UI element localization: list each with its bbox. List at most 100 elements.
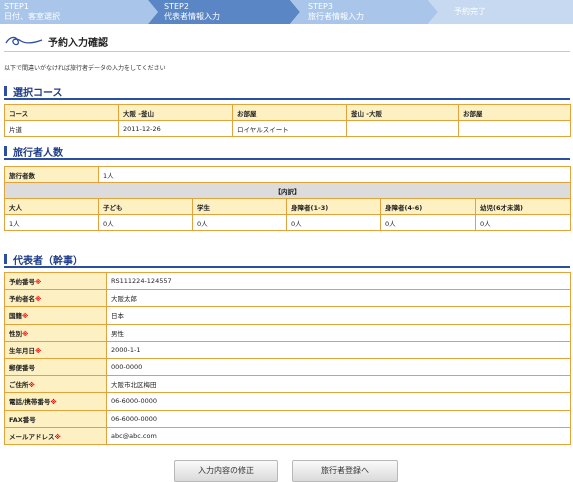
- representative-rows: 予約番号※ RS111224-124557 予約者名※ 大阪太郎 国籍※ 日本 性別※ 男性生…: [4, 271, 571, 445]
- representative-field-label: 性別※: [4, 323, 107, 342]
- intro-text: 以下で間違いがなければ旅行者データの入力をしてください: [4, 65, 166, 72]
- table-row: ご住所※ 大阪市北区梅田: [4, 375, 571, 394]
- heading-bar: [4, 254, 7, 264]
- table-row: 予約者名※ 大阪太郎: [4, 289, 571, 308]
- heading-bar: [4, 86, 7, 96]
- representative-field-value: 2000-1-1: [106, 340, 571, 359]
- representative-field-label: FAX番号: [4, 409, 107, 428]
- table-row: メールアドレス※ abc@abc.com: [4, 426, 571, 445]
- required-mark: ※: [22, 312, 29, 321]
- step-2: STEP2 代表者情報入力: [164, 0, 220, 24]
- field-label-text: メールアドレス: [9, 432, 55, 441]
- required-mark: ※: [28, 381, 35, 390]
- representative-field-value: 06-6000-0000: [106, 409, 571, 428]
- section-course-title: 選択コース: [13, 88, 63, 99]
- step-4-bg: [428, 0, 573, 24]
- section-travelers-title: 旅行者人数: [13, 148, 63, 159]
- step-1-number: STEP1: [4, 2, 29, 11]
- course-header-cell: 釜山 ‐大阪: [346, 104, 459, 121]
- breakdown-header: 【内訳】: [3, 182, 572, 199]
- traveler-type-header: 身障者(4-6): [380, 198, 476, 215]
- required-mark: ※: [54, 432, 61, 441]
- representative-field-value: 06-6000-0000: [106, 392, 571, 411]
- table-row: 生年月日※ 2000-1-1: [4, 340, 571, 359]
- representative-field-label: ご住所※: [4, 375, 107, 394]
- representative-field-value: abc@abc.com: [106, 426, 571, 445]
- field-label-text: ご住所: [9, 381, 29, 390]
- field-label-text: 予約番号: [9, 278, 35, 287]
- step-3: STEP3 旅行者情報入力: [308, 0, 364, 24]
- field-label-text: 生年月日: [9, 346, 35, 355]
- page-title: 予約入力確認: [48, 38, 108, 49]
- section-travelers-heading: 旅行者人数: [4, 144, 570, 160]
- representative-field-label: メールアドレス※: [4, 426, 107, 445]
- representative-field-label: 予約者名※: [4, 289, 107, 308]
- field-label-text: 予約者名: [9, 295, 35, 304]
- step-3-number: STEP3: [308, 2, 333, 11]
- register-travelers-button[interactable]: 旅行者登録へ: [292, 460, 398, 482]
- table-row: 1人 0人 0人 0人 0人 0人: [4, 214, 572, 231]
- traveler-count-label: 旅行者数: [4, 166, 99, 183]
- table-row: 【内訳】: [3, 182, 572, 199]
- field-label-text: 性別: [9, 329, 22, 338]
- table-row: 性別※ 男性: [4, 323, 571, 342]
- heading-bar: [4, 146, 7, 156]
- traveler-type-value: 0人: [286, 214, 381, 231]
- step-3-label: 旅行者情報入力: [308, 12, 364, 21]
- modify-input-button[interactable]: 入力内容の修正: [174, 460, 278, 482]
- table-row: 片道 2011-12-26 ロイヤルスイート: [4, 120, 571, 137]
- travelers-table: 旅行者数 1人 【内訳】 大人 子ども 学生 身障者(1-3) 身障者(4-6)…: [3, 166, 572, 231]
- traveler-type-header: 子ども: [98, 198, 193, 215]
- traveler-type-header: 身障者(1-3): [286, 198, 381, 215]
- representative-field-label: 電話/携帯番号※: [4, 392, 107, 411]
- field-label-text: 電話/携帯番号: [9, 398, 51, 407]
- field-label-text: 郵便番号: [9, 364, 35, 373]
- representative-field-value: RS111224-124557: [106, 271, 571, 291]
- course-table: コース 大阪 ‐釜山 お部屋 釜山 ‐大阪 お部屋 片道 2011-12-26 …: [4, 104, 571, 137]
- step-arrows: [0, 0, 573, 24]
- traveler-count-value: 1人: [97, 166, 572, 183]
- table-row: 国籍※ 日本: [4, 306, 571, 325]
- step-1-label: 日付、客室選択: [4, 12, 60, 21]
- step-2-label: 代表者情報入力: [164, 12, 220, 21]
- section-representative-heading: 代表者（幹事）: [4, 252, 570, 268]
- required-mark: ※: [35, 295, 42, 304]
- required-mark: ※: [35, 346, 42, 355]
- course-value-cell: [458, 120, 571, 137]
- step-4: 予約完了: [454, 5, 486, 29]
- representative-field-label: 郵便番号: [4, 357, 107, 377]
- field-label-text: 国籍: [9, 312, 22, 321]
- table-row: 大人 子ども 学生 身障者(1-3) 身障者(4-6) 幼児(6才未満): [4, 198, 572, 215]
- representative-field-label: 国籍※: [4, 306, 107, 325]
- traveler-type-value: 0人: [380, 214, 476, 231]
- required-mark: ※: [50, 398, 57, 407]
- heading-underline: [4, 266, 570, 268]
- representative-field-label: 予約番号※: [4, 271, 107, 291]
- traveler-type-value: 1人: [4, 214, 99, 231]
- required-mark: ※: [22, 329, 29, 338]
- representative-field-value: 男性: [106, 323, 571, 342]
- title-divider: [4, 51, 570, 52]
- swirl-ornament-icon: [5, 36, 43, 46]
- representative-field-value: 日本: [106, 306, 571, 325]
- course-header-cell: 大阪 ‐釜山: [118, 104, 233, 121]
- course-value-cell: [346, 120, 459, 137]
- table-row: 郵便番号 000-0000: [4, 357, 571, 377]
- field-label-text: FAX番号: [9, 415, 36, 424]
- required-mark: ※: [35, 278, 42, 287]
- course-header-cell: お部屋: [458, 104, 571, 121]
- course-value-cell: 2011-12-26: [118, 120, 233, 137]
- section-representative-title: 代表者（幹事）: [13, 256, 83, 267]
- traveler-type-header: 幼児(6才未満): [474, 198, 572, 215]
- representative-field-value: 000-0000: [106, 357, 571, 377]
- course-value-cell: 片道: [4, 120, 119, 137]
- page-title-block: 予約入力確認: [4, 33, 570, 52]
- table-row: コース 大阪 ‐釜山 お部屋 釜山 ‐大阪 お部屋: [4, 104, 571, 121]
- course-header-cell: コース: [4, 104, 119, 121]
- representative-field-label: 生年月日※: [4, 340, 107, 359]
- step-2-number: STEP2: [164, 2, 189, 11]
- representative-table: 予約番号※ RS111224-124557 予約者名※ 大阪太郎 国籍※ 日本 性別※ 男性生…: [4, 271, 571, 445]
- representative-field-value: 大阪市北区梅田: [106, 375, 571, 394]
- table-row: 旅行者数 1人: [4, 166, 572, 183]
- traveler-type-value: 0人: [98, 214, 193, 231]
